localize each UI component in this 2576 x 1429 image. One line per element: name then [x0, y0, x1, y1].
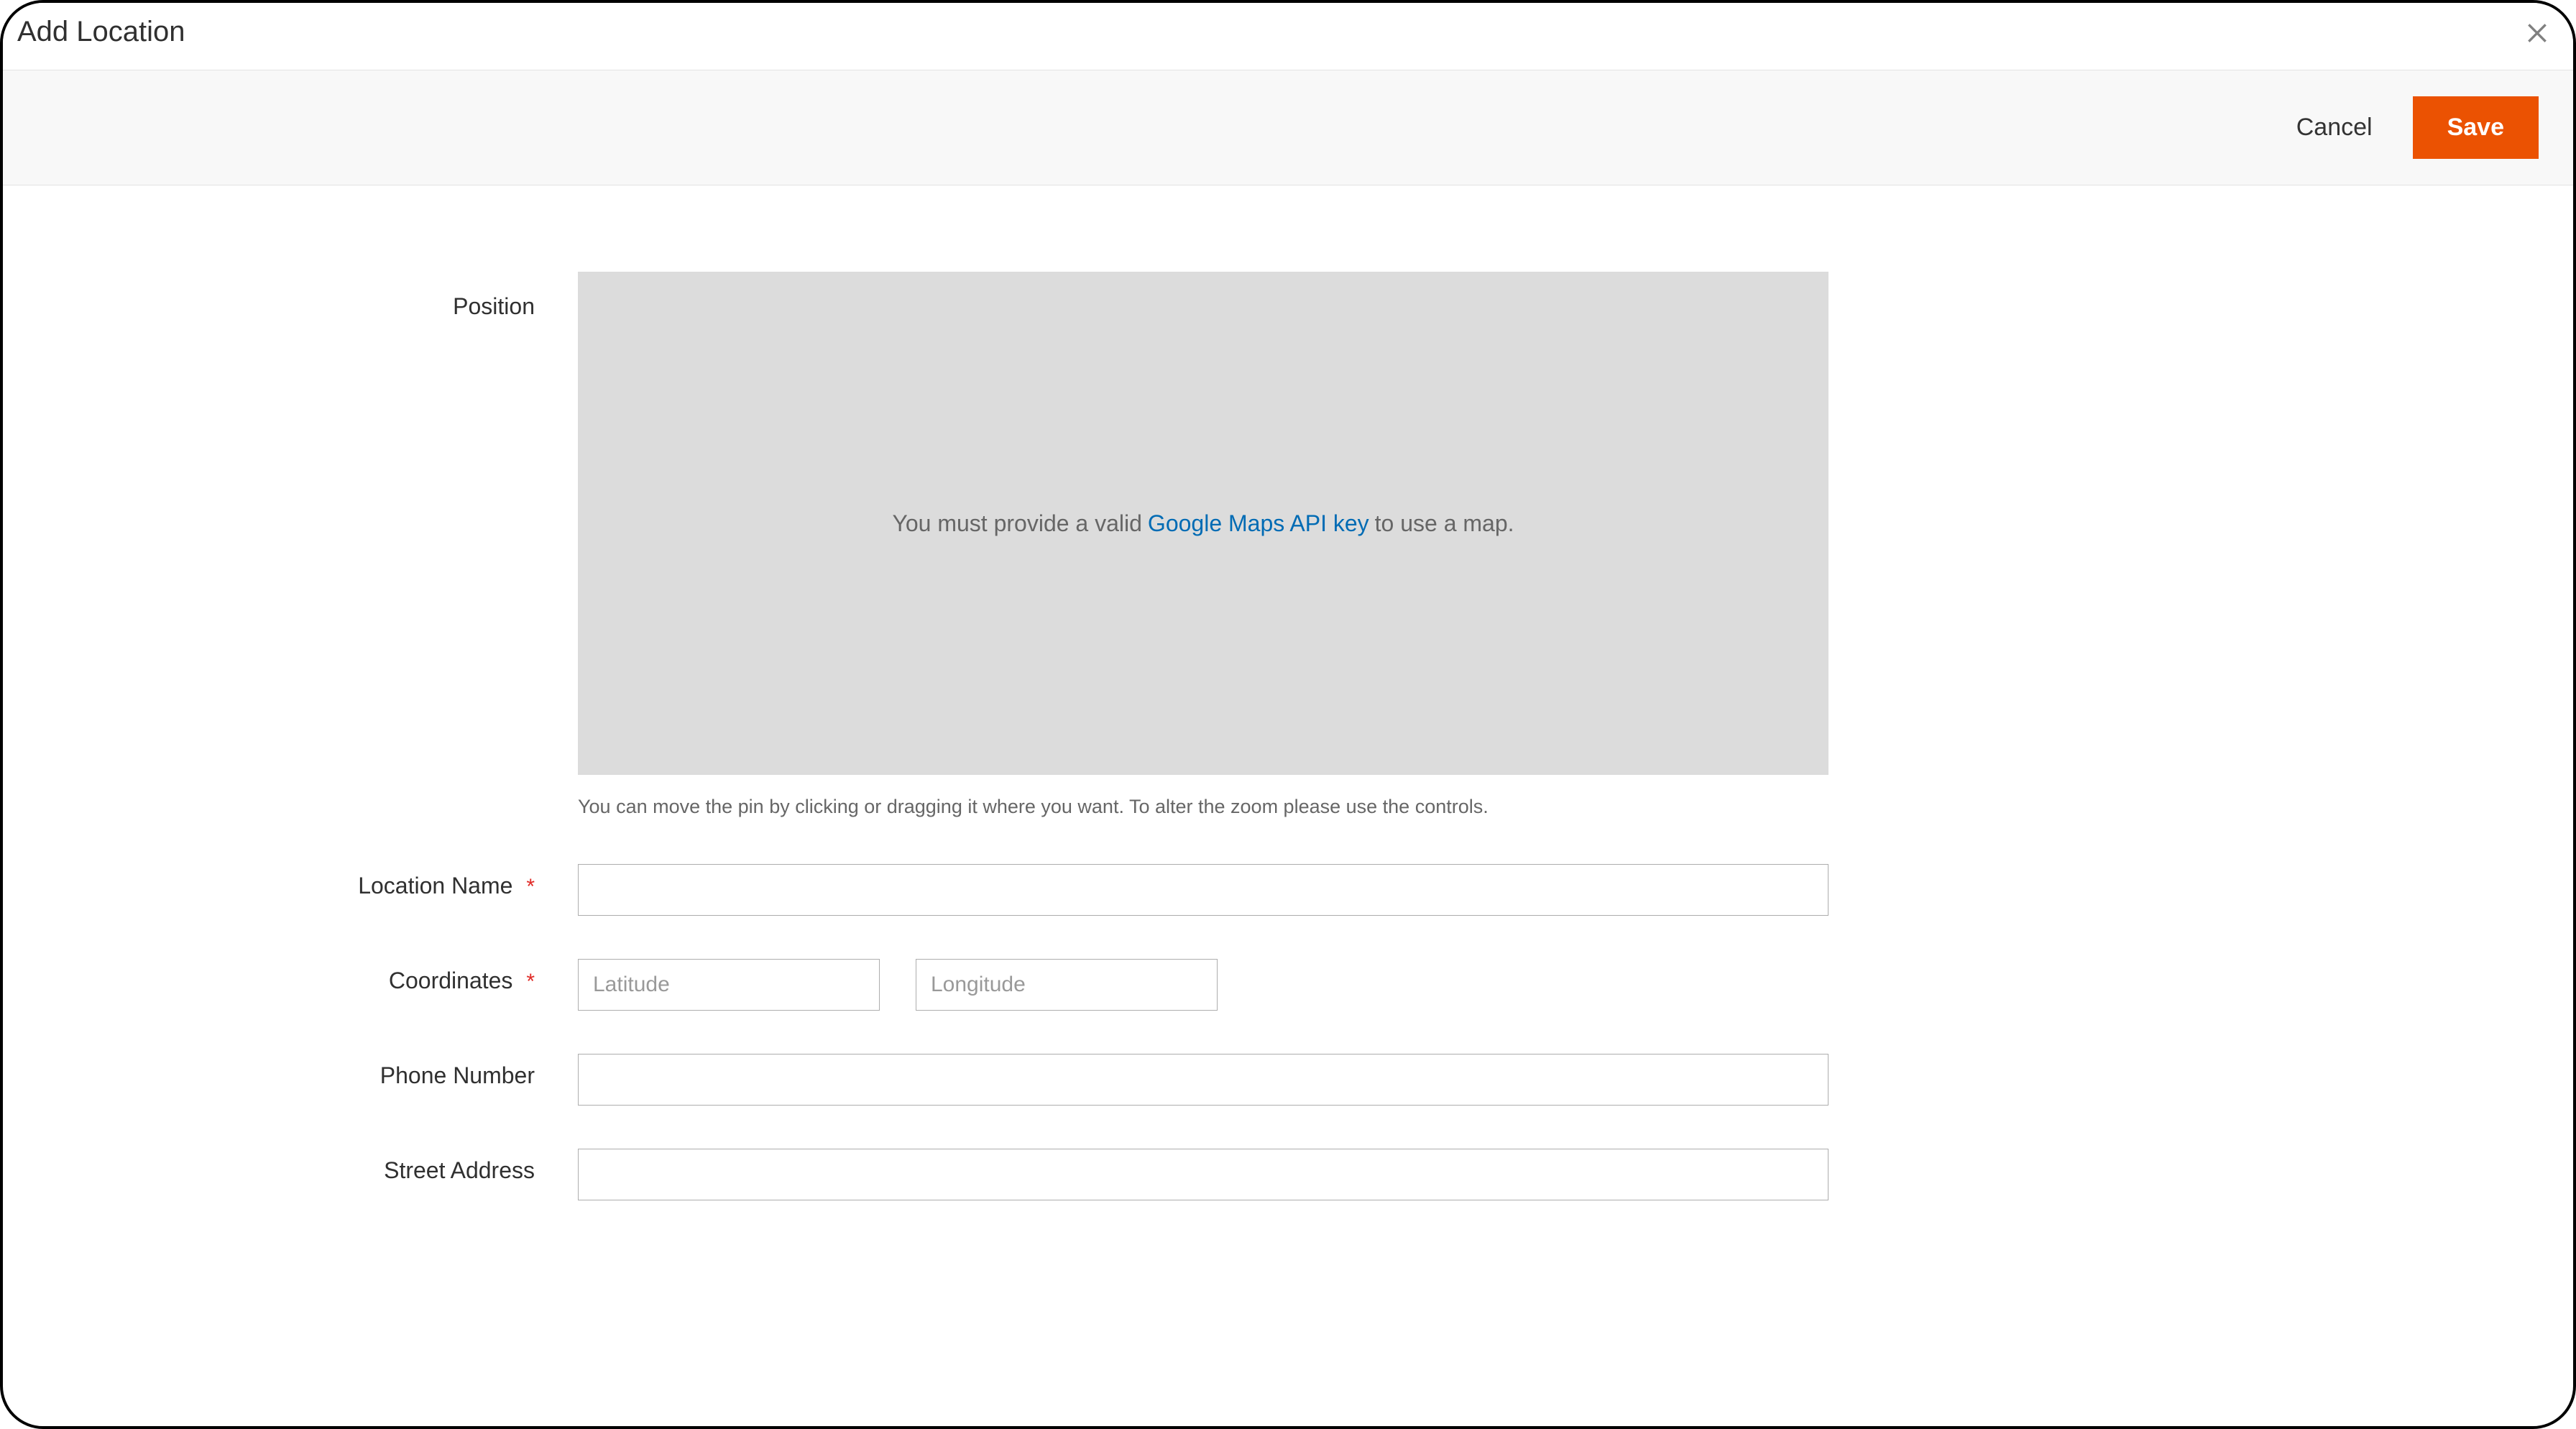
location-name-label-wrap: Location Name *	[46, 864, 578, 899]
phone-input[interactable]	[578, 1054, 1828, 1106]
map-msg-suffix: to use a map.	[1375, 510, 1514, 537]
map-hint: You can move the pin by clicking or drag…	[578, 794, 1828, 821]
form-row-phone: Phone Number	[46, 1054, 2530, 1106]
modal-title: Add Location	[17, 16, 185, 47]
form-area: Position You must provide a valid Google…	[3, 185, 2573, 1272]
close-icon	[2523, 19, 2552, 47]
form-row-coordinates: Coordinates *	[46, 959, 2530, 1011]
coordinates-label-wrap: Coordinates *	[46, 959, 578, 994]
street-label: Street Address	[46, 1149, 578, 1184]
location-name-label: Location Name	[358, 873, 512, 899]
position-field: You must provide a valid Google Maps API…	[578, 272, 1828, 821]
save-button[interactable]: Save	[2413, 96, 2539, 159]
action-bar: Cancel Save	[3, 70, 2573, 185]
map-placeholder: You must provide a valid Google Maps API…	[578, 272, 1828, 775]
street-input[interactable]	[578, 1149, 1828, 1200]
form-row-position: Position You must provide a valid Google…	[46, 272, 2530, 821]
modal-header: Add Location	[3, 3, 2573, 70]
required-asterisk-icon: *	[526, 970, 535, 993]
google-maps-api-link[interactable]: Google Maps API key	[1148, 510, 1369, 537]
form-row-street: Street Address	[46, 1149, 2530, 1200]
longitude-input[interactable]	[916, 959, 1218, 1011]
add-location-modal: Add Location Cancel Save Position You mu…	[0, 0, 2576, 1429]
position-label: Position	[46, 272, 578, 320]
map-msg-prefix: You must provide a valid	[892, 510, 1141, 537]
cancel-button[interactable]: Cancel	[2291, 105, 2378, 150]
coordinates-label: Coordinates	[389, 968, 513, 993]
required-asterisk-icon: *	[526, 875, 535, 899]
phone-label: Phone Number	[46, 1054, 578, 1089]
latitude-input[interactable]	[578, 959, 880, 1011]
form-row-location-name: Location Name *	[46, 864, 2530, 916]
close-button[interactable]	[2523, 19, 2552, 47]
location-name-input[interactable]	[578, 864, 1828, 916]
